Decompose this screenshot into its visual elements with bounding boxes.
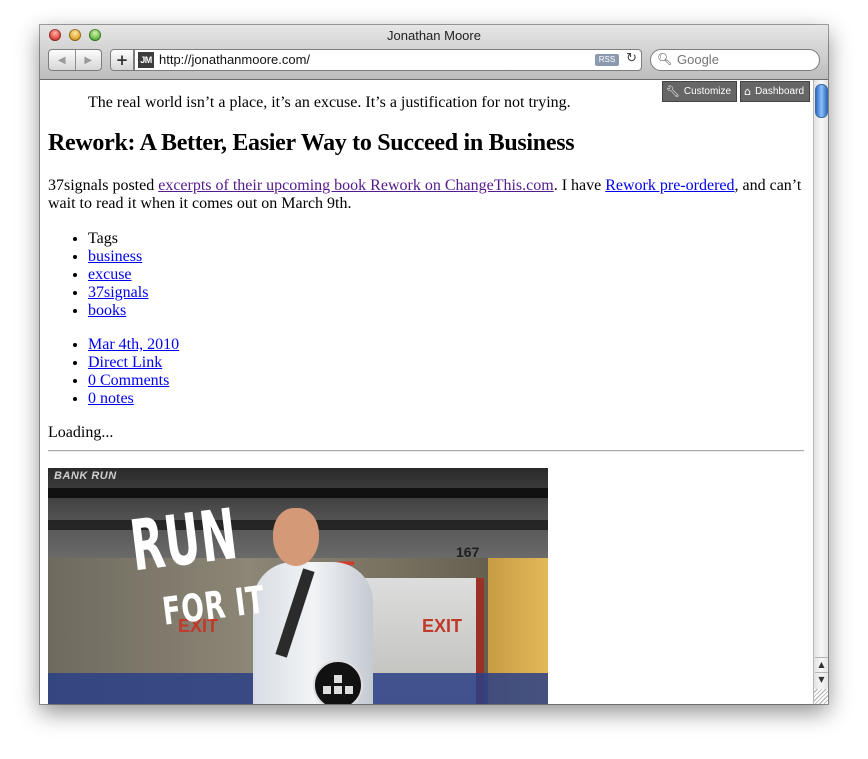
list-item: 0 notes	[88, 390, 179, 408]
loading-text: Loading...	[48, 424, 114, 441]
search-field[interactable]: 🔍︎	[650, 49, 820, 71]
site-favicon-icon: JM	[138, 52, 154, 68]
page-content: 🔧︎ Customize ⌂ Dashboard The real world …	[40, 80, 813, 704]
tags-label: Tags	[88, 230, 148, 248]
post-quote: The real world isn’t a place, it’s an ex…	[88, 94, 571, 111]
scroll-down-arrow-icon[interactable]: ▼	[815, 672, 828, 687]
list-item: business	[88, 248, 148, 266]
video-sign-number: 167	[456, 544, 480, 560]
tags-list: Tags business excuse 37signals books	[48, 230, 148, 320]
list-item: 37signals	[88, 284, 148, 302]
key-down-icon	[333, 685, 343, 695]
direct-link[interactable]: Direct Link	[88, 354, 162, 371]
key-up-icon	[333, 674, 343, 684]
divider	[48, 450, 804, 452]
tag-link[interactable]: business	[88, 248, 142, 265]
reload-icon[interactable]: ↻	[626, 51, 637, 66]
window-title: Jonathan Moore	[387, 28, 481, 43]
tag-link[interactable]: 37signals	[88, 284, 148, 301]
list-item: excuse	[88, 266, 148, 284]
person-head	[273, 508, 319, 566]
video-corner-label: BANK RUN	[54, 470, 117, 482]
tag-link[interactable]: excuse	[88, 266, 132, 283]
notes-link[interactable]: 0 notes	[88, 390, 134, 407]
dashboard-button[interactable]: ⌂ Dashboard	[740, 81, 810, 102]
video-thumbnail[interactable]: E 167 EXIT EXIT RUN FOR IT BANK RUN	[48, 468, 548, 704]
resize-grip-icon[interactable]	[814, 689, 828, 704]
scroll-up-arrow-icon[interactable]: ▲	[815, 657, 828, 672]
address-url[interactable]: http://jonathanmoore.com/	[159, 52, 310, 67]
post-date-link[interactable]: Mar 4th, 2010	[88, 336, 179, 353]
video-exit-sign-right: EXIT	[422, 617, 462, 635]
browser-toolbar: Jonathan Moore ◀ ▶ + JM http://jonathanm…	[40, 25, 828, 80]
post-meta-list: Mar 4th, 2010 Direct Link 0 Comments 0 n…	[48, 336, 179, 408]
list-item: Direct Link	[88, 354, 179, 372]
post-body: 37signals posted excerpts of their upcom…	[48, 177, 808, 213]
changethis-link[interactable]: excerpts of their upcoming book Rework o…	[158, 177, 553, 194]
search-icon: 🔍︎	[657, 52, 673, 66]
tumblr-controls: 🔧︎ Customize ⌂ Dashboard	[661, 81, 810, 102]
scrollbar-thumb[interactable]	[815, 84, 828, 118]
search-input[interactable]	[677, 51, 813, 67]
post-title: Rework: A Better, Easier Way to Succeed …	[48, 130, 575, 156]
house-icon: ⌂	[744, 85, 752, 98]
body-prefix: 37signals posted	[48, 177, 159, 194]
list-item: Mar 4th, 2010	[88, 336, 179, 354]
rss-button[interactable]: RSS	[595, 54, 619, 66]
comments-link[interactable]: 0 Comments	[88, 372, 169, 389]
add-bookmark-button[interactable]: +	[110, 49, 134, 71]
browser-window: Jonathan Moore ◀ ▶ + JM http://jonathanm…	[40, 25, 828, 704]
list-item: books	[88, 302, 148, 320]
vertical-scrollbar[interactable]: ▲ ▼	[813, 80, 828, 704]
video-beam	[48, 488, 548, 498]
address-bar[interactable]: JM http://jonathanmoore.com/ RSS ↻	[134, 49, 642, 71]
dashboard-label: Dashboard	[755, 86, 804, 97]
forward-button[interactable]: ▶	[76, 50, 102, 70]
body-middle: . I have	[553, 177, 606, 194]
key-right-icon	[344, 685, 354, 695]
wrench-icon: 🔧︎	[665, 85, 680, 98]
customize-button[interactable]: 🔧︎ Customize	[661, 81, 738, 102]
back-forward-control: ◀ ▶	[48, 49, 102, 71]
arrow-keys-icon	[313, 660, 363, 704]
key-left-icon	[322, 685, 332, 695]
back-button[interactable]: ◀	[49, 50, 76, 70]
tag-link[interactable]: books	[88, 302, 126, 319]
customize-label: Customize	[683, 86, 732, 97]
list-item: 0 Comments	[88, 372, 179, 390]
preorder-link[interactable]: Rework pre-ordered	[605, 177, 734, 194]
video-title-line1: RUN	[126, 492, 243, 588]
